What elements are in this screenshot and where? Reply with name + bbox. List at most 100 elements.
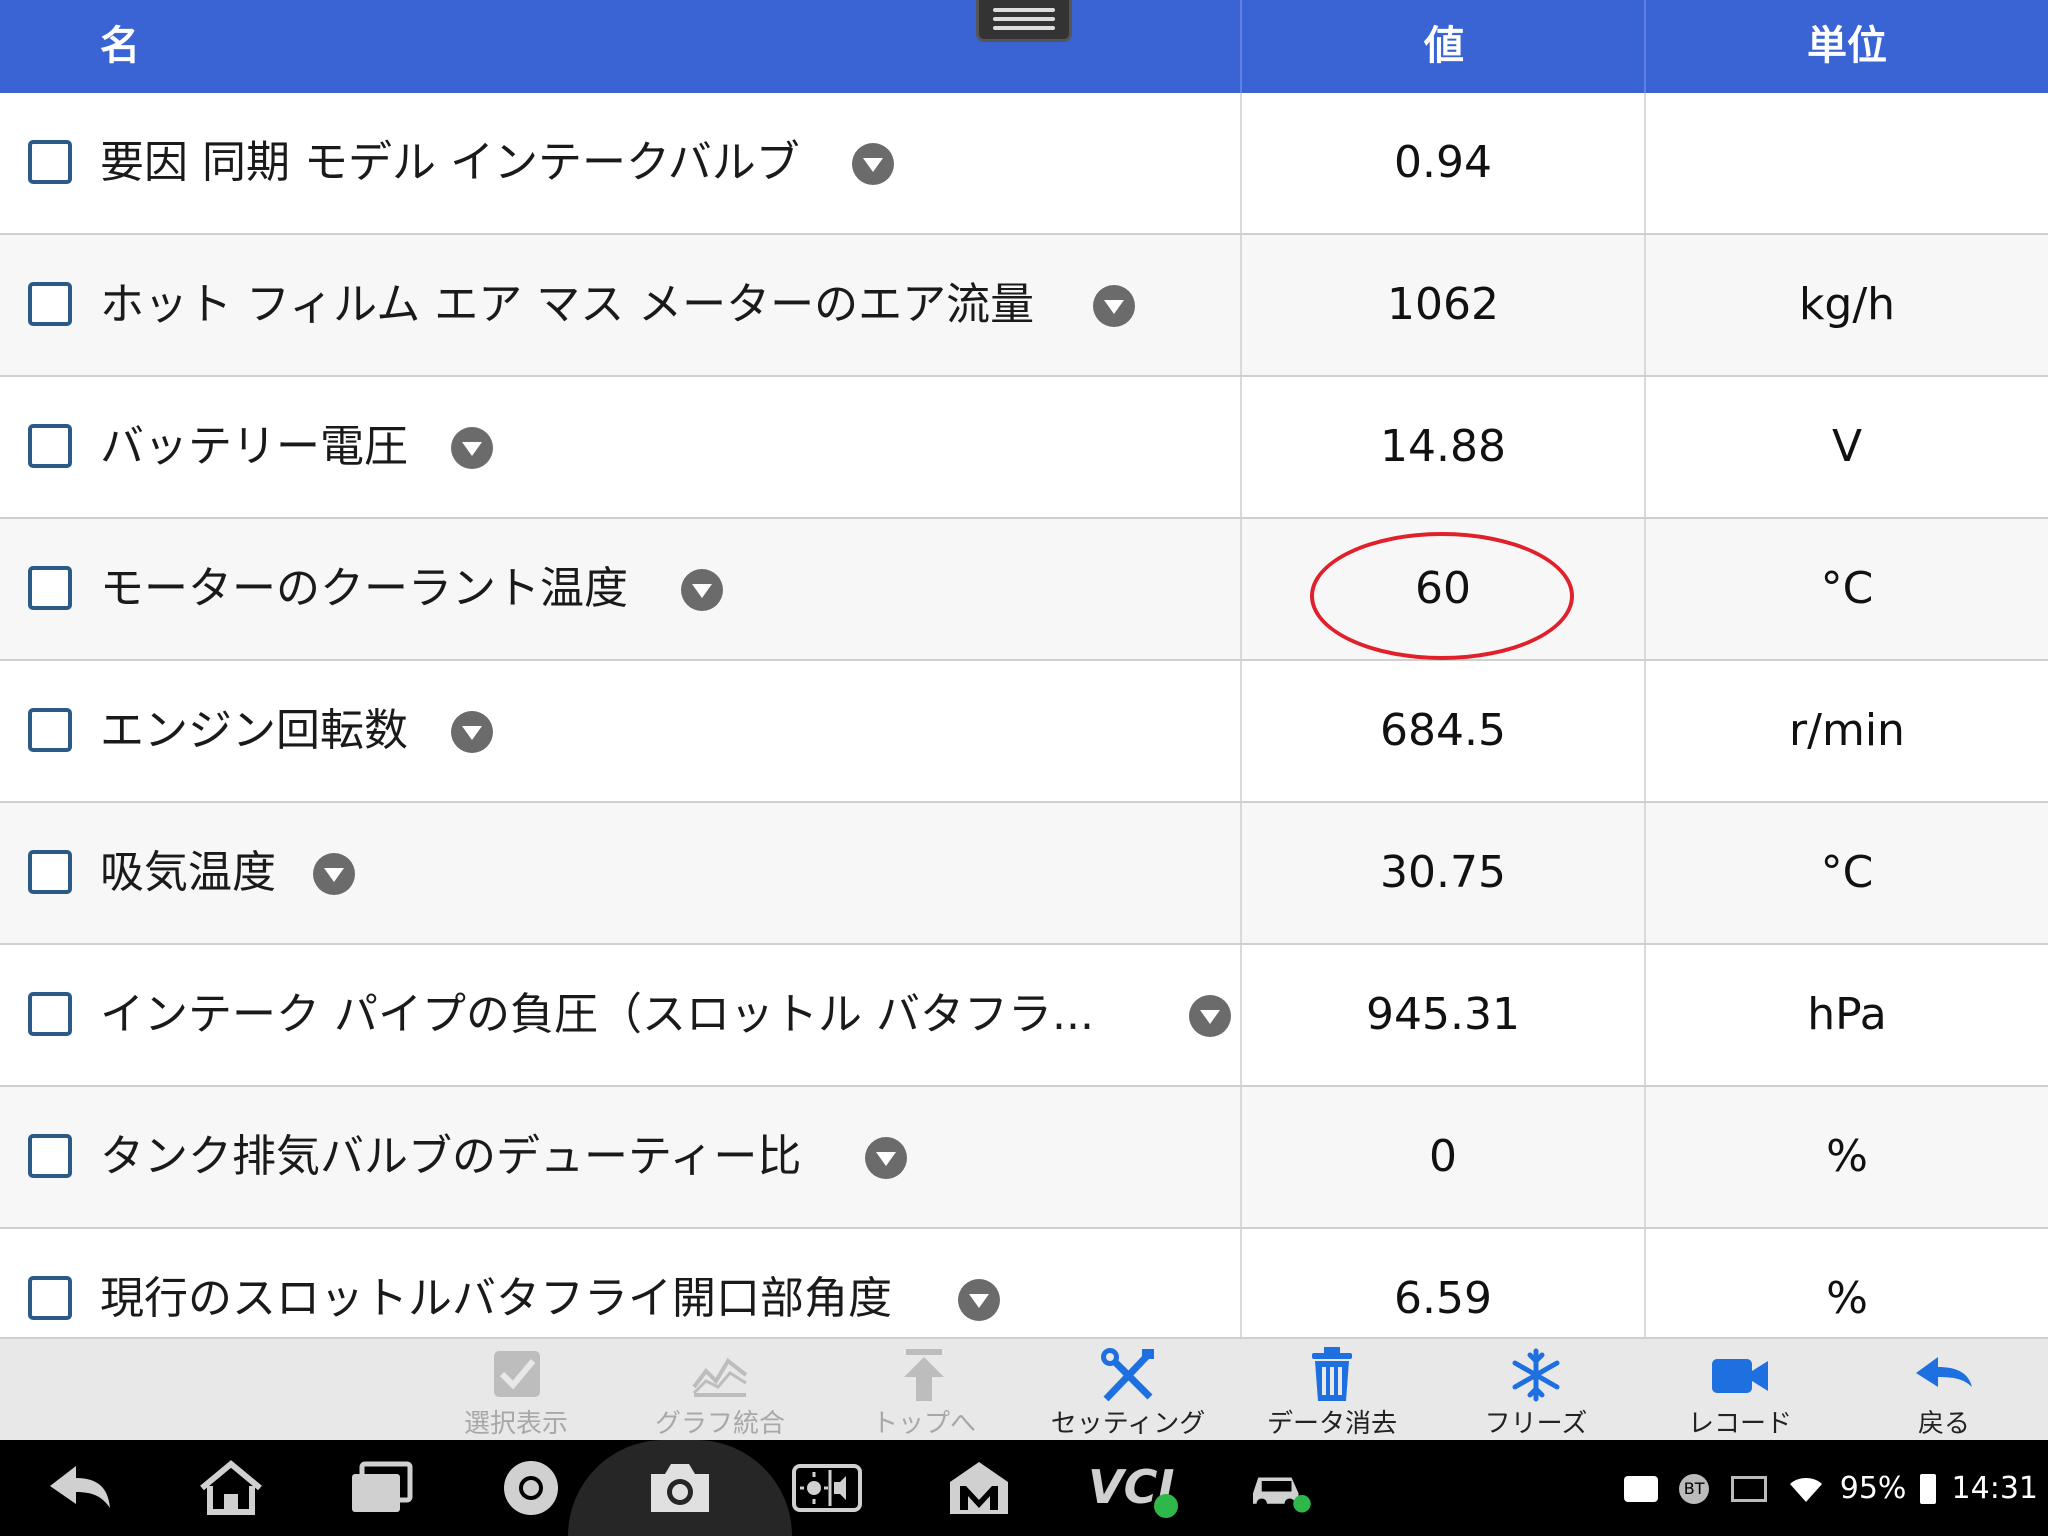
parameter-value: 945.31 <box>1242 945 1646 1085</box>
select-view-label: 選択表示 <box>463 1409 568 1439</box>
row-checkbox[interactable] <box>28 282 72 326</box>
name-cell: エンジン回転数 <box>0 661 1242 801</box>
checkbox-check-icon <box>494 1351 540 1397</box>
dropdown-arrow-icon[interactable] <box>451 711 493 753</box>
parameter-name: エンジン回転数 <box>100 705 408 756</box>
settings-button[interactable]: セッティング <box>1028 1339 1228 1442</box>
table-row[interactable]: 吸気温度 30.75 °C <box>0 803 2048 945</box>
live-data-screen: 名 値 単位 要因 同期 モデル インテークバルブ 0.94 ホット フィルム … <box>0 0 2048 1536</box>
table-row[interactable]: 要因 同期 モデル インテークバルブ 0.94 <box>0 93 2048 235</box>
name-cell: 現行のスロットルバタフライ開口部角度 <box>0 1229 1242 1337</box>
table-row[interactable]: インテーク パイプの負圧（スロットル バタフラ... 945.31 hPa <box>0 945 2048 1087</box>
video-camera-icon <box>1712 1359 1768 1393</box>
parameter-value: 6.59 <box>1242 1229 1646 1337</box>
parameter-value: 0 <box>1242 1087 1646 1227</box>
parameter-value: 1062 <box>1242 235 1646 375</box>
dropdown-arrow-icon[interactable] <box>1189 995 1231 1037</box>
parameter-unit: °C <box>1820 847 1874 898</box>
table-row[interactable]: エンジン回転数 684.5 r/min <box>0 661 2048 803</box>
bottom-toolbar: 選択表示 グラフ統合 トップへ セッティング データ消去 フリーズ レコード 戻… <box>0 1337 2048 1440</box>
row-checkbox[interactable] <box>28 708 72 752</box>
name-cell: バッテリー電圧 <box>0 377 1242 517</box>
parameter-value: 14.88 <box>1242 377 1646 517</box>
row-checkbox[interactable] <box>28 140 72 184</box>
name-cell: タンク排気バルブのデューティー比 <box>0 1087 1242 1227</box>
row-checkbox[interactable] <box>28 1134 72 1178</box>
select-view-button[interactable]: 選択表示 <box>416 1339 616 1442</box>
clear-data-button[interactable]: データ消去 <box>1232 1339 1432 1442</box>
graph-merge-button[interactable]: グラフ統合 <box>620 1339 820 1442</box>
parameter-name: タンク排気バルブのデューティー比 <box>100 1131 802 1182</box>
snowflake-icon <box>1512 1348 1560 1402</box>
dropdown-arrow-icon[interactable] <box>852 143 894 185</box>
row-checkbox[interactable] <box>28 992 72 1036</box>
parameter-name: ホット フィルム エア マス メーターのエア流量 <box>100 279 1035 330</box>
table-row[interactable]: モーターのクーラント温度 60 °C <box>0 519 2048 661</box>
row-checkbox[interactable] <box>28 566 72 610</box>
parameter-unit <box>1646 93 2048 233</box>
parameter-name: バッテリー電圧 <box>100 421 408 472</box>
parameter-value: 0.94 <box>1242 93 1646 233</box>
dropdown-arrow-icon[interactable] <box>313 853 355 895</box>
name-cell: インテーク パイプの負圧（スロットル バタフラ... <box>0 945 1242 1085</box>
parameter-unit: hPa <box>1807 989 1887 1040</box>
parameter-name: インテーク パイプの負圧（スロットル バタフラ... <box>100 989 1094 1040</box>
table-row[interactable]: バッテリー電圧 14.88 V <box>0 377 2048 519</box>
name-cell: ホット フィルム エア マス メーターのエア流量 <box>0 235 1242 375</box>
arrow-up-to-top-icon <box>904 1349 944 1401</box>
dropdown-arrow-icon[interactable] <box>865 1137 907 1179</box>
parameter-name: 要因 同期 モデル インテークバルブ <box>100 137 800 188</box>
return-arrow-icon <box>1916 1357 1972 1387</box>
recent-apps-icon[interactable] <box>346 1458 416 1518</box>
back-label: 戻る <box>1917 1409 1970 1439</box>
column-header-value[interactable]: 値 <box>1242 0 1646 93</box>
name-cell: モーターのクーラント温度 <box>0 519 1242 659</box>
row-checkbox[interactable] <box>28 424 72 468</box>
freeze-label: フリーズ <box>1484 1409 1588 1439</box>
row-checkbox[interactable] <box>28 850 72 894</box>
back-button[interactable]: 戻る <box>1844 1339 2044 1442</box>
to-top-button[interactable]: トップへ <box>824 1339 1024 1442</box>
dropdown-arrow-icon[interactable] <box>451 427 493 469</box>
parameter-unit: r/min <box>1789 705 1905 756</box>
parameter-value: 684.5 <box>1242 661 1646 801</box>
parameter-name: 現行のスロットルバタフライ開口部角度 <box>100 1273 892 1324</box>
to-top-label: トップへ <box>871 1409 976 1439</box>
freeze-button[interactable]: フリーズ <box>1436 1339 1636 1442</box>
parameter-unit: V <box>1831 421 1863 472</box>
settings-label: セッティング <box>1050 1409 1206 1439</box>
chrome-icon[interactable] <box>496 1458 566 1518</box>
dropdown-arrow-icon[interactable] <box>681 569 723 611</box>
table-header: 名 値 単位 <box>0 0 2048 93</box>
back-arrow-icon[interactable] <box>46 1458 116 1518</box>
parameter-unit: % <box>1826 1273 1868 1324</box>
parameter-name: 吸気温度 <box>100 847 276 898</box>
name-cell: 吸気温度 <box>0 803 1242 943</box>
graph-merge-label: グラフ統合 <box>654 1409 785 1439</box>
record-label: レコード <box>1687 1409 1792 1439</box>
table-row[interactable]: ホット フィルム エア マス メーターのエア流量 1062 kg/h <box>0 235 2048 377</box>
trash-icon <box>1312 1347 1352 1401</box>
table-row[interactable]: タンク排気バルブのデューティー比 0 % <box>0 1087 2048 1229</box>
parameter-value: 30.75 <box>1242 803 1646 943</box>
name-cell: 要因 同期 モデル インテークバルブ <box>0 93 1242 233</box>
clear-data-label: データ消去 <box>1266 1409 1397 1439</box>
data-table[interactable]: 要因 同期 モデル インテークバルブ 0.94 ホット フィルム エア マス メ… <box>0 93 2048 1337</box>
column-header-unit[interactable]: 単位 <box>1646 0 2048 93</box>
parameter-name: モーターのクーラント温度 <box>100 563 628 614</box>
graph-icon <box>692 1358 748 1397</box>
dropdown-arrow-icon[interactable] <box>1093 285 1135 327</box>
parameter-unit: °C <box>1820 563 1874 614</box>
dropdown-arrow-icon[interactable] <box>958 1279 1000 1321</box>
drag-handle-icon[interactable] <box>976 0 1072 42</box>
parameter-unit: % <box>1826 1131 1868 1182</box>
table-row[interactable]: 現行のスロットルバタフライ開口部角度 6.59 % <box>0 1229 2048 1337</box>
system-nav-bar <box>0 1440 2048 1536</box>
column-header-name[interactable]: 名 <box>100 0 140 93</box>
wrench-screwdriver-icon <box>1101 1348 1154 1402</box>
camera-icon[interactable] <box>645 1458 715 1518</box>
home-icon[interactable] <box>196 1458 266 1518</box>
row-checkbox[interactable] <box>28 1276 72 1320</box>
parameter-value: 60 <box>1242 519 1646 659</box>
record-button[interactable]: レコード <box>1640 1339 1840 1442</box>
